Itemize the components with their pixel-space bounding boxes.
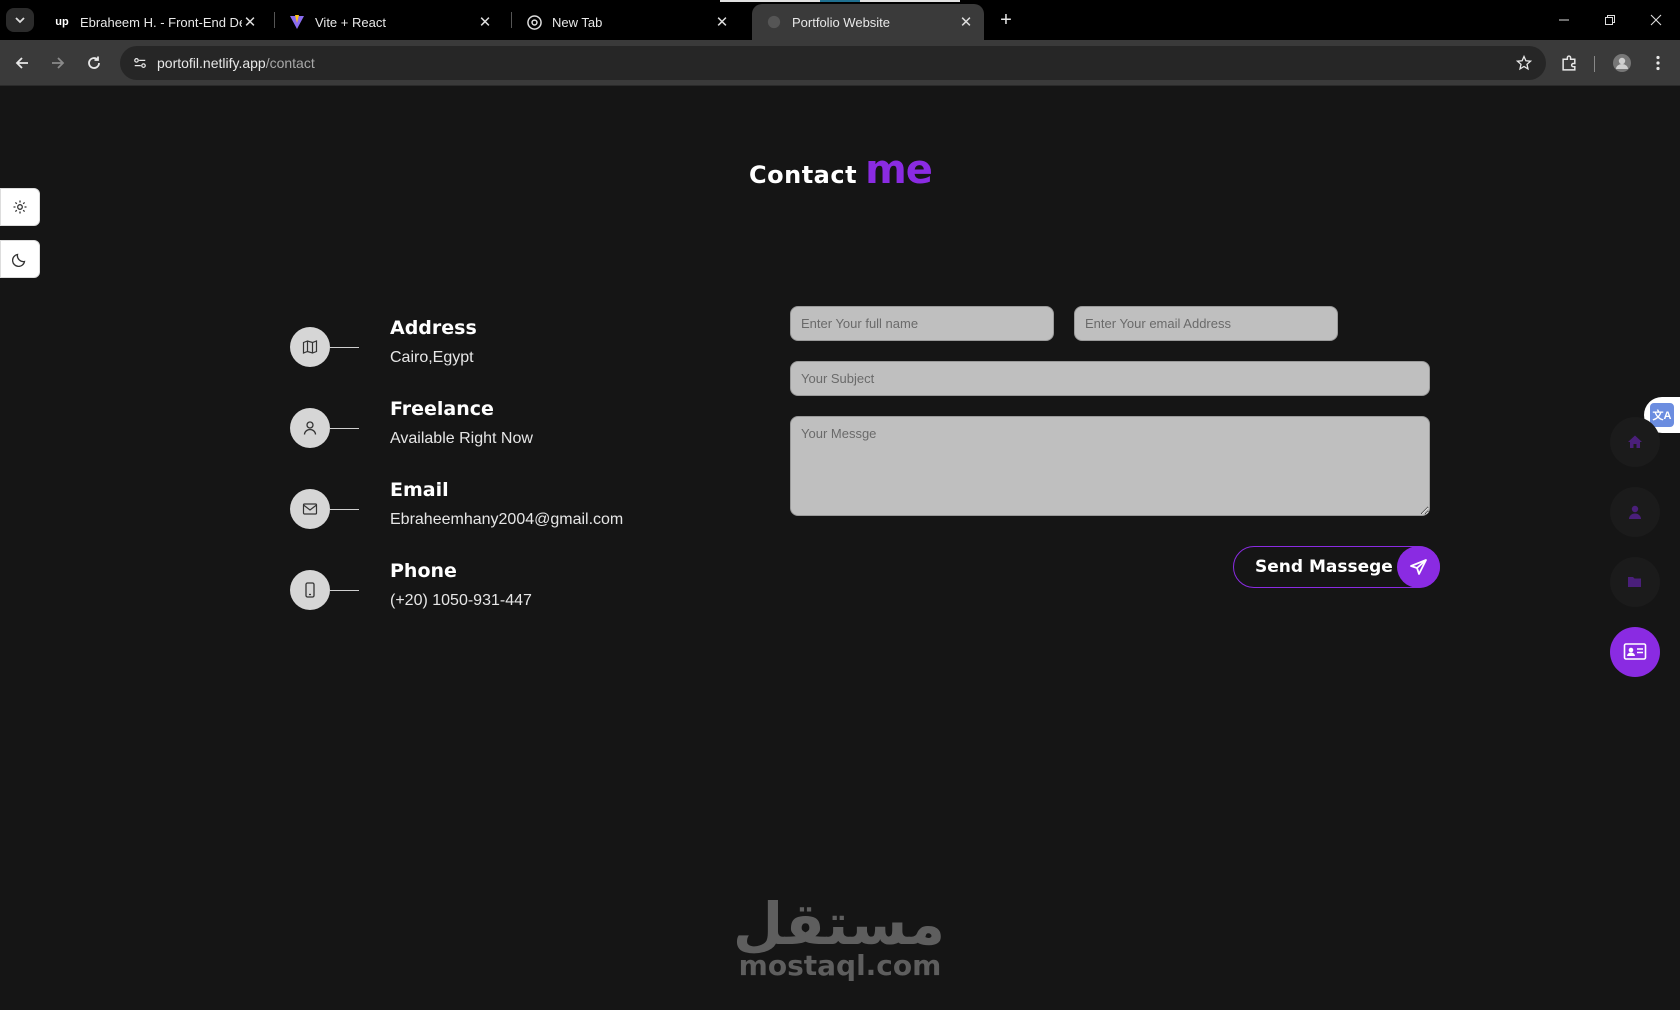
nav-portfolio-button[interactable] — [1610, 557, 1660, 607]
tab-title: Ebraheem H. - Front-End Devel — [80, 14, 242, 30]
chrome-icon — [526, 14, 542, 30]
chevron-down-icon — [15, 17, 25, 24]
folder-icon — [1628, 577, 1641, 587]
full-name-input[interactable] — [790, 306, 1054, 341]
close-icon[interactable]: ✕ — [714, 14, 730, 31]
info-connector-line — [330, 428, 359, 429]
send-message-button[interactable]: Send Massege — [1233, 546, 1440, 588]
info-email: Email Ebraheemhany2004@gmail.com — [290, 479, 740, 549]
info-freelance: Freelance Available Right Now — [290, 398, 740, 468]
page-title: Contact me — [749, 147, 933, 193]
close-icon[interactable]: ✕ — [477, 14, 493, 31]
tab-portfolio[interactable]: Portfolio Website ✕ — [752, 4, 984, 40]
site-settings-icon[interactable] — [128, 51, 152, 75]
mail-icon — [302, 503, 318, 515]
info-text: Ebraheemhany2004@gmail.com — [390, 511, 624, 528]
vite-icon — [289, 14, 305, 30]
info-icon-circle — [290, 489, 330, 529]
contact-card-icon — [1623, 643, 1647, 660]
watermark-latin: mostaql.com — [738, 949, 942, 982]
user-icon — [303, 421, 317, 435]
info-title: Email — [390, 479, 449, 501]
globe-icon — [766, 14, 782, 30]
info-connector-line — [330, 509, 359, 510]
reload-button[interactable] — [80, 49, 108, 77]
tab-title: New Tab — [552, 14, 603, 30]
send-message-label: Send Massege — [1255, 557, 1393, 577]
browser-menu-button[interactable] — [1644, 49, 1672, 77]
restore-icon — [1605, 15, 1615, 25]
page-title-word2: me — [865, 147, 933, 193]
url-host: portofil.netlify.app — [157, 55, 266, 71]
info-icon-circle — [290, 327, 330, 367]
info-address: Address Cairo,Egypt — [290, 317, 740, 387]
gear-icon — [13, 200, 27, 214]
nav-contact-button[interactable] — [1610, 627, 1660, 677]
email-input[interactable] — [1074, 306, 1338, 341]
info-icon-circle — [290, 408, 330, 448]
home-icon — [1628, 435, 1642, 448]
minimize-button[interactable] — [1541, 6, 1587, 34]
info-title: Phone — [390, 560, 457, 582]
new-tab-button[interactable]: + — [995, 9, 1017, 31]
nav-about-button[interactable] — [1610, 487, 1660, 537]
phone-icon — [305, 582, 315, 598]
reload-icon — [88, 56, 100, 69]
more-vertical-icon — [1656, 55, 1660, 71]
user-icon — [1629, 505, 1641, 519]
minimize-icon — [1559, 19, 1569, 21]
puzzle-icon — [1561, 54, 1576, 71]
url-path: /contact — [265, 55, 315, 71]
close-icon[interactable]: ✕ — [242, 14, 258, 31]
tab-vite[interactable]: Vite + React ✕ — [275, 4, 503, 40]
toolbar-divider — [1594, 56, 1595, 72]
arrow-right-icon — [52, 57, 65, 69]
message-textarea[interactable] — [790, 416, 1430, 516]
tab-title: Vite + React — [315, 14, 386, 30]
translate-icon: 文A — [1650, 403, 1674, 427]
tab-title: Portfolio Website — [792, 14, 891, 30]
info-text: Available Right Now — [390, 430, 533, 447]
page-title-word1: Contact — [749, 161, 858, 189]
tab-new-tab[interactable]: New Tab ✕ — [512, 4, 740, 40]
tab-upwork[interactable]: up Ebraheem H. - Front-End Devel ✕ — [40, 4, 268, 40]
moon-icon — [12, 253, 26, 267]
mostaql-watermark: مستقل mostaql.com — [732, 890, 945, 982]
restore-button[interactable] — [1587, 6, 1633, 34]
send-icon — [1397, 546, 1440, 588]
dark-mode-toggle[interactable] — [0, 240, 40, 278]
info-connector-line — [330, 590, 359, 591]
info-phone: Phone (+20) 1050-931-447 — [290, 560, 740, 630]
info-connector-line — [330, 347, 359, 348]
nav-home-button[interactable] — [1610, 417, 1660, 467]
tab-search-button[interactable] — [6, 8, 34, 32]
address-bar[interactable]: portofil.netlify.app/contact — [120, 46, 1546, 80]
browser-toolbar: portofil.netlify.app/contact — [0, 40, 1680, 86]
subject-input[interactable] — [790, 361, 1430, 396]
settings-button[interactable] — [0, 188, 40, 226]
close-icon[interactable]: ✕ — [958, 14, 974, 31]
tab-loading-accent — [820, 0, 860, 2]
back-button[interactable] — [8, 49, 36, 77]
arrow-left-icon — [15, 57, 28, 69]
bookmark-star-icon[interactable] — [1514, 53, 1534, 73]
url-text: portofil.netlify.app/contact — [157, 55, 315, 71]
close-icon — [1650, 14, 1662, 26]
info-text: Cairo,Egypt — [390, 349, 474, 366]
info-title: Address — [390, 317, 477, 339]
info-text: (+20) 1050-931-447 — [390, 592, 532, 609]
watermark-arabic: مستقل — [732, 890, 945, 958]
info-title: Freelance — [390, 398, 494, 420]
close-window-button[interactable] — [1633, 6, 1679, 34]
upwork-icon: up — [55, 16, 69, 28]
info-icon-circle — [290, 570, 330, 610]
extensions-button[interactable] — [1555, 49, 1583, 77]
map-icon — [302, 340, 318, 354]
contact-page: Contact me Address Cairo,Egypt Freelance… — [0, 87, 1680, 1010]
profile-avatar[interactable] — [1608, 49, 1636, 77]
avatar-icon — [1613, 54, 1631, 72]
tab-strip: up Ebraheem H. - Front-End Devel ✕ Vite … — [0, 0, 1680, 40]
forward-button[interactable] — [44, 49, 72, 77]
